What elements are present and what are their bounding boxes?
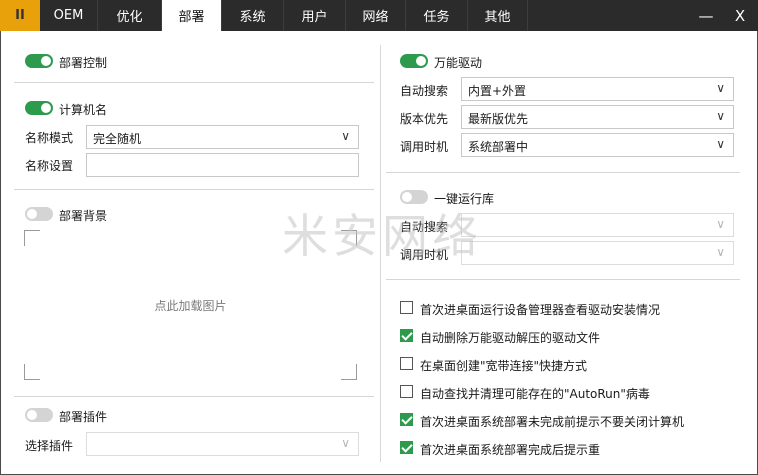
driver-label: 万能驱动 <box>434 56 483 70</box>
checkbox-label: 首次进桌面运行设备管理器查看驱动安装情况 <box>420 303 661 317</box>
driver-version-value: 最新版优先 <box>468 112 529 126</box>
computer-name-label: 计算机名 <box>59 103 108 117</box>
driver-toggle[interactable] <box>400 54 428 68</box>
checkbox-clean-autorun[interactable] <box>400 385 413 398</box>
checkbox-label: 首次进桌面系统部署未完成前提示不要关闭计算机 <box>420 415 685 429</box>
driver-timing-select[interactable]: 系统部署中 ∨ <box>461 133 734 157</box>
chevron-down-icon: ∨ <box>716 137 725 151</box>
name-mode-select[interactable]: 完全随机 ∨ <box>86 125 359 149</box>
divider <box>14 189 374 190</box>
checkbox-show-device-manager[interactable] <box>400 301 413 314</box>
tab-deploy[interactable]: 部署 <box>162 0 222 31</box>
name-mode-value: 完全随机 <box>93 132 142 146</box>
plugin-label: 部署插件 <box>59 410 108 424</box>
chevron-down-icon: ∨ <box>716 109 725 123</box>
select-plugin-label: 选择插件 <box>25 439 74 453</box>
runtime-timing-select[interactable]: ∨ <box>461 241 734 265</box>
checkbox-notify-complete[interactable] <box>400 441 413 454</box>
chevron-down-icon: ∨ <box>341 436 350 450</box>
background-toggle[interactable] <box>25 207 53 221</box>
tab-other[interactable]: 其他 <box>468 0 528 31</box>
checkbox-warn-not-shutdown[interactable] <box>400 413 413 426</box>
chevron-down-icon: ∨ <box>716 245 725 259</box>
driver-search-select[interactable]: 内置+外置 ∨ <box>461 77 734 101</box>
divider <box>386 279 740 280</box>
name-setting-input[interactable] <box>86 153 359 177</box>
plugin-toggle[interactable] <box>25 408 53 422</box>
tab-task[interactable]: 任务 <box>406 0 468 31</box>
watermark-text: 米安网络 <box>282 209 482 263</box>
driver-version-label: 版本优先 <box>400 112 449 126</box>
divider <box>386 172 740 173</box>
driver-search-label: 自动搜索 <box>400 84 449 98</box>
tab-oem[interactable]: OEM <box>40 0 98 31</box>
background-label: 部署背景 <box>59 209 108 223</box>
driver-search-value: 内置+外置 <box>468 84 527 98</box>
corner-mark <box>24 230 40 246</box>
divider <box>14 82 374 83</box>
driver-version-select[interactable]: 最新版优先 ∨ <box>461 105 734 129</box>
checkbox-label: 自动查找并清理可能存在的"AutoRun"病毒 <box>420 387 650 401</box>
checkbox-delete-driver-files[interactable] <box>400 329 413 342</box>
checkbox-label: 自动删除万能驱动解压的驱动文件 <box>420 331 601 345</box>
chevron-down-icon: ∨ <box>341 129 350 143</box>
tab-system[interactable]: 系统 <box>222 0 284 31</box>
tab-user[interactable]: 用户 <box>284 0 346 31</box>
deploy-control-label: 部署控制 <box>59 56 108 70</box>
runtime-search-select[interactable]: ∨ <box>461 213 734 237</box>
tab-network[interactable]: 网络 <box>346 0 406 31</box>
driver-timing-value: 系统部署中 <box>468 140 529 154</box>
chevron-down-icon: ∨ <box>716 217 725 231</box>
top-bar: II OEM 优化 部署 系统 用户 网络 任务 其他 — X <box>0 0 758 31</box>
close-button[interactable]: X <box>724 0 756 31</box>
app-logo[interactable]: II <box>0 0 40 31</box>
computer-name-toggle[interactable] <box>25 101 53 115</box>
corner-mark <box>341 364 357 380</box>
deploy-control-toggle[interactable] <box>25 54 53 68</box>
name-mode-label: 名称模式 <box>25 131 74 145</box>
tab-optimize[interactable]: 优化 <box>98 0 162 31</box>
plugin-select[interactable]: ∨ <box>86 432 359 456</box>
corner-mark <box>24 364 40 380</box>
chevron-down-icon: ∨ <box>716 81 725 95</box>
name-setting-label: 名称设置 <box>25 159 74 173</box>
checkbox-broadband-shortcut[interactable] <box>400 357 413 370</box>
load-image-text: 点此加载图片 <box>154 299 227 313</box>
checkbox-label: 首次进桌面系统部署完成后提示重 <box>420 443 601 457</box>
minimize-button[interactable]: — <box>690 0 722 31</box>
driver-timing-label: 调用时机 <box>400 140 449 154</box>
divider <box>14 396 374 397</box>
checkbox-label: 在桌面创建"宽带连接"快捷方式 <box>420 359 588 373</box>
